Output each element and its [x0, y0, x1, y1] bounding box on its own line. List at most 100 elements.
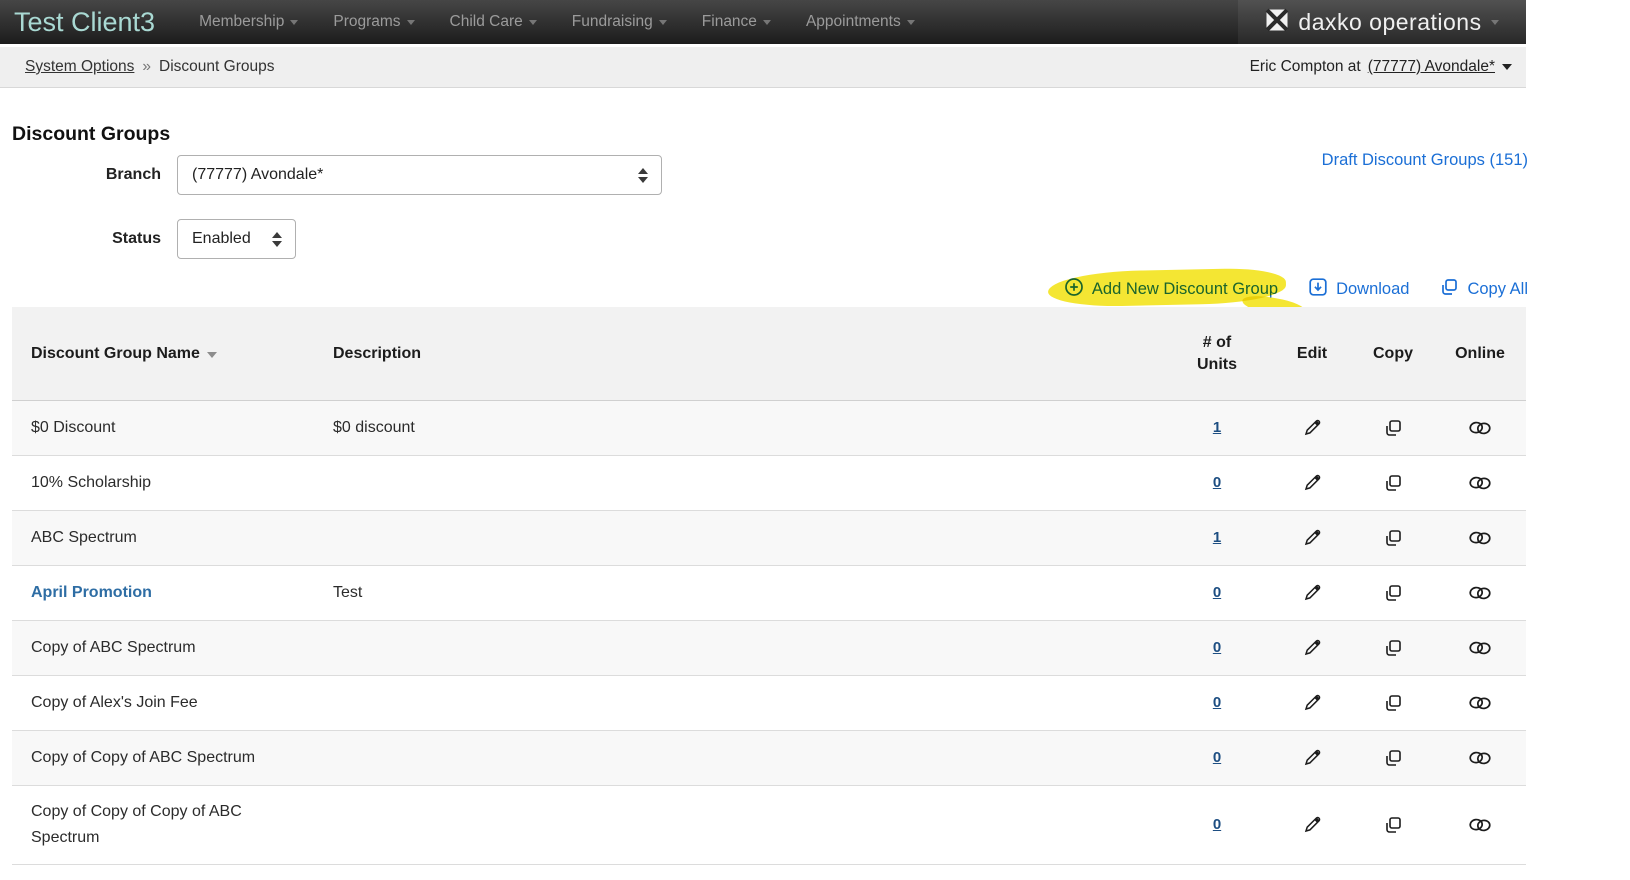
copy-icon: [1439, 277, 1459, 302]
online-cell: [1434, 580, 1526, 606]
chain-link-icon[interactable]: [1468, 639, 1492, 656]
discount-group-name: Copy of Alex's Join Fee: [31, 694, 198, 711]
breadcrumb-current: Discount Groups: [159, 58, 275, 75]
copy-all-link[interactable]: Copy All: [1439, 277, 1528, 302]
chevron-down-icon: [406, 19, 415, 25]
nav-item-finance[interactable]: Finance: [702, 13, 771, 31]
table-row: Copy of Copy of ABC Spectrum 0: [12, 731, 1526, 786]
breadcrumb-system-options-link[interactable]: System Options: [25, 58, 134, 76]
online-cell: [1434, 470, 1526, 496]
nav-menu: Membership Programs Child Care Fundraisi…: [199, 13, 950, 31]
status-label: Status: [112, 230, 161, 247]
edit-cell: [1272, 690, 1352, 716]
page-title: Discount Groups: [12, 123, 171, 145]
user-name-label: Eric Compton at: [1249, 58, 1361, 75]
table-row: April Promotion Test 0: [12, 566, 1526, 621]
sort-caret-icon: [206, 351, 217, 358]
units-count-link[interactable]: 0: [1213, 584, 1221, 601]
chevron-down-icon: [528, 19, 537, 25]
copy-icon[interactable]: [1383, 474, 1403, 491]
discount-group-name: Copy of Copy of Copy of ABC Spectrum: [31, 803, 242, 846]
units-count-link[interactable]: 0: [1213, 639, 1221, 656]
table-row: $0 Discount $0 discount 1: [12, 401, 1526, 456]
nav-item-programs[interactable]: Programs: [333, 13, 415, 31]
copy-cell: [1352, 812, 1434, 838]
plus-circle-icon: [1064, 277, 1084, 302]
table-row: Copy of ABC Spectrum 0: [12, 621, 1526, 676]
download-label: Download: [1336, 280, 1410, 298]
copy-cell: [1352, 635, 1434, 661]
download-link[interactable]: Download: [1308, 277, 1409, 302]
copy-icon[interactable]: [1383, 694, 1403, 711]
chain-link-icon[interactable]: [1468, 474, 1492, 491]
edit-cell: [1272, 470, 1352, 496]
units-count-link[interactable]: 0: [1213, 749, 1221, 766]
discount-group-name[interactable]: April Promotion: [31, 584, 152, 601]
column-header-name[interactable]: Discount Group Name: [12, 345, 333, 363]
nav-item-membership[interactable]: Membership: [199, 13, 299, 31]
column-header-online: Online: [1455, 344, 1505, 362]
daxko-x-icon: [1265, 8, 1289, 37]
chain-link-icon[interactable]: [1468, 584, 1492, 601]
copy-cell: [1352, 525, 1434, 551]
chevron-down-icon: [762, 19, 771, 25]
nav-item-child-care[interactable]: Child Care: [450, 13, 537, 31]
table-row: Copy of Alex's Join Fee 0: [12, 676, 1526, 731]
online-cell: [1434, 525, 1526, 551]
add-new-discount-group-link[interactable]: Add New Discount Group: [1047, 267, 1307, 318]
branch-select-value: (77777) Avondale*: [192, 166, 324, 183]
pencil-icon[interactable]: [1302, 749, 1323, 766]
chain-link-icon[interactable]: [1468, 529, 1492, 546]
branch-select[interactable]: (77777) Avondale*: [177, 155, 662, 195]
copy-icon[interactable]: [1383, 639, 1403, 656]
online-cell: [1434, 635, 1526, 661]
edit-cell: [1272, 635, 1352, 661]
units-count-link[interactable]: 1: [1213, 529, 1221, 546]
pencil-icon[interactable]: [1302, 639, 1323, 656]
units-count-link[interactable]: 0: [1213, 816, 1221, 833]
chevron-down-icon: [658, 19, 667, 25]
pencil-icon[interactable]: [1302, 584, 1323, 601]
copy-icon[interactable]: [1383, 816, 1403, 833]
discount-group-name: Copy of Copy of ABC Spectrum: [31, 749, 256, 766]
copy-icon[interactable]: [1383, 419, 1403, 436]
user-dropdown-caret-icon[interactable]: [1502, 64, 1512, 70]
breadcrumb-separator: »: [142, 58, 152, 75]
pencil-icon[interactable]: [1302, 529, 1323, 546]
pencil-icon[interactable]: [1302, 816, 1323, 833]
pencil-icon[interactable]: [1302, 694, 1323, 711]
daxko-logo-text: daxko operations: [1298, 8, 1482, 35]
copy-cell: [1352, 415, 1434, 441]
add-new-label: Add New Discount Group: [1091, 280, 1279, 298]
copy-cell: [1352, 745, 1434, 771]
units-count-link[interactable]: 0: [1213, 694, 1221, 711]
pencil-icon[interactable]: [1302, 419, 1323, 436]
edit-cell: [1272, 525, 1352, 551]
chevron-down-icon: [906, 19, 915, 25]
status-select[interactable]: Enabled: [177, 219, 296, 259]
table-row: ABC Spectrum 1: [12, 511, 1526, 566]
discount-groups-table: Discount Group Name Description # of Uni…: [12, 307, 1526, 865]
column-header-copy: Copy: [1373, 344, 1413, 362]
daxko-logo-panel[interactable]: daxko operations: [1238, 0, 1526, 44]
copy-icon[interactable]: [1383, 749, 1403, 766]
edit-cell: [1272, 812, 1352, 838]
pencil-icon[interactable]: [1302, 474, 1323, 491]
copy-icon[interactable]: [1383, 584, 1403, 601]
units-count-link[interactable]: 1: [1213, 419, 1221, 436]
chain-link-icon[interactable]: [1468, 816, 1492, 833]
chain-link-icon[interactable]: [1468, 419, 1492, 436]
top-nav: Test Client3 Membership Programs Child C…: [0, 0, 1526, 44]
user-branch-link[interactable]: (77777) Avondale*: [1368, 58, 1495, 76]
nav-item-fundraising[interactable]: Fundraising: [572, 13, 667, 31]
units-count-link[interactable]: 0: [1213, 474, 1221, 491]
user-context: Eric Compton at (77777) Avondale*: [1250, 58, 1512, 76]
copy-icon[interactable]: [1383, 529, 1403, 546]
table-header-row: Discount Group Name Description # of Uni…: [12, 307, 1526, 401]
edit-cell: [1272, 415, 1352, 441]
chain-link-icon[interactable]: [1468, 749, 1492, 766]
chain-link-icon[interactable]: [1468, 694, 1492, 711]
draft-discount-groups-link[interactable]: Draft Discount Groups (151): [1322, 151, 1528, 170]
nav-item-appointments[interactable]: Appointments: [806, 13, 915, 31]
discount-group-name: ABC Spectrum: [31, 529, 137, 546]
